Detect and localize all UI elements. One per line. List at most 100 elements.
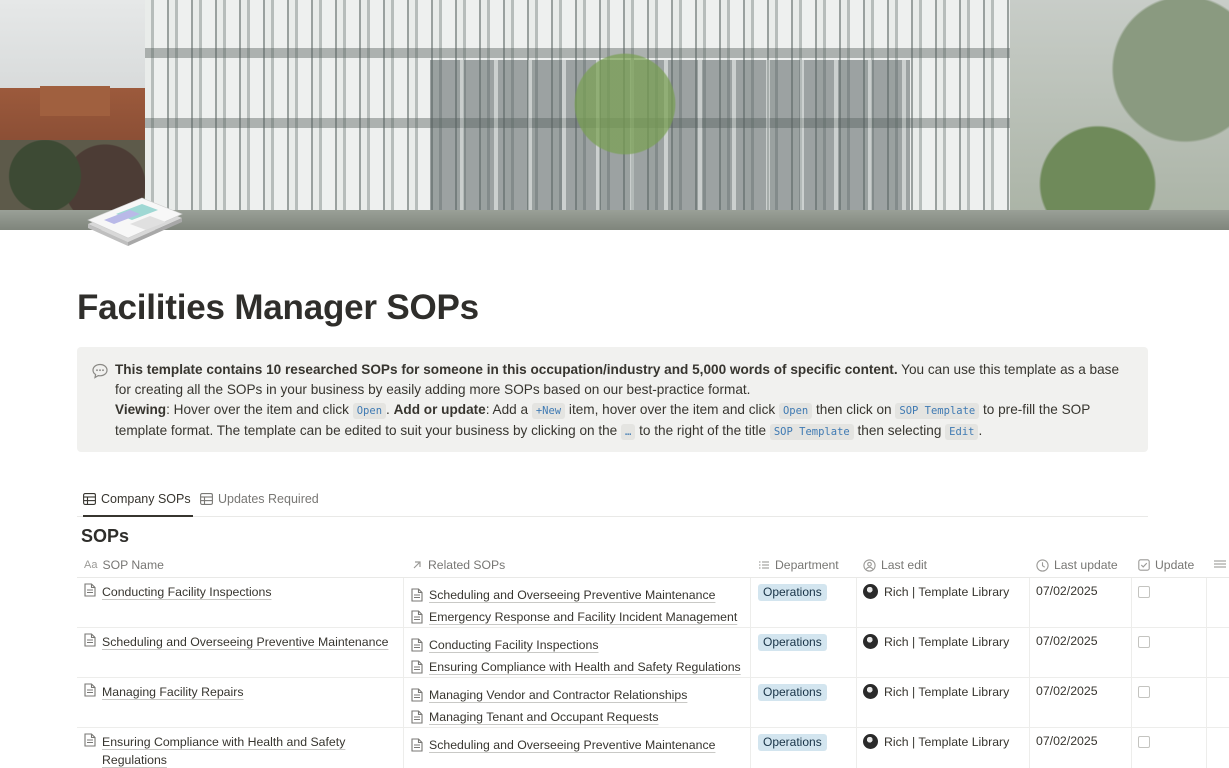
- last-update-cell[interactable]: 07/02/2025: [1036, 684, 1098, 698]
- related-sop-link[interactable]: Conducting Facility Inspections: [411, 634, 751, 656]
- column-label: Last update: [1054, 558, 1118, 572]
- column-header-related-sops[interactable]: Related SOPs: [411, 558, 505, 572]
- column-label: Update: [1155, 558, 1195, 572]
- callout-end: .: [978, 423, 983, 438]
- avatar: [863, 584, 878, 599]
- department-cell[interactable]: Operations: [758, 684, 827, 701]
- update-checkbox-cell[interactable]: [1138, 636, 1150, 648]
- clock-icon: [1036, 558, 1049, 572]
- page-icon: [411, 610, 423, 624]
- info-callout: This template contains 10 researched SOP…: [77, 347, 1148, 452]
- last-edit-cell[interactable]: Rich | Template Library: [863, 734, 1009, 749]
- department-cell[interactable]: Operations: [758, 584, 827, 601]
- code-edit: Edit: [945, 424, 979, 440]
- department-cell[interactable]: Operations: [758, 634, 827, 651]
- add-text-3: then click on: [812, 402, 896, 417]
- sop-name-cell[interactable]: Scheduling and Overseeing Preventive Mai…: [84, 633, 396, 651]
- speech-bubble-icon: [91, 362, 109, 380]
- sop-name-cell[interactable]: Managing Facility Repairs: [84, 683, 396, 701]
- table-row[interactable]: Scheduling and Overseeing Preventive Mai…: [77, 628, 1229, 678]
- related-sops-cell[interactable]: Managing Vendor and Contractor Relations…: [411, 684, 751, 728]
- last-edit-user: Rich | Template Library: [884, 634, 1010, 649]
- database-title[interactable]: SOPs: [81, 526, 129, 547]
- arrow-up-right-icon: [413, 561, 421, 569]
- add-text-2: item, hover over the item and click: [565, 402, 779, 417]
- cover-tree: [560, 20, 690, 230]
- related-sops-cell[interactable]: Conducting Facility Inspections Ensuring…: [411, 634, 751, 678]
- column-header-last-edit[interactable]: Last edit: [863, 558, 927, 572]
- last-update-cell[interactable]: 07/02/2025: [1036, 734, 1098, 748]
- related-sop-link[interactable]: Emergency Response and Facility Incident…: [411, 606, 751, 628]
- callout-sep: .: [386, 402, 394, 417]
- related-sop-link[interactable]: Ensuring Compliance with Health and Safe…: [411, 656, 751, 678]
- related-sop-label: Ensuring Compliance with Health and Safe…: [429, 660, 741, 674]
- column-header-last-update[interactable]: Last update: [1036, 558, 1118, 572]
- cover-sky: [0, 0, 160, 95]
- code-new: +New: [531, 403, 566, 419]
- related-sop-label: Scheduling and Overseeing Preventive Mai…: [429, 588, 716, 602]
- update-checkbox-cell[interactable]: [1138, 736, 1150, 748]
- update-checkbox[interactable]: [1138, 736, 1150, 748]
- column-header-update[interactable]: Update: [1138, 558, 1194, 572]
- update-checkbox-cell[interactable]: [1138, 686, 1150, 698]
- table-row[interactable]: Managing Facility Repairs Managing Vendo…: [77, 678, 1229, 728]
- sop-name: Ensuring Compliance with Health and Safe…: [102, 735, 346, 767]
- update-checkbox[interactable]: [1138, 636, 1150, 648]
- list-icon: [759, 561, 769, 569]
- related-sop-label: Scheduling and Overseeing Preventive Mai…: [429, 738, 716, 752]
- department-tag: Operations: [758, 734, 827, 751]
- page-title: Facilities Manager SOPs: [77, 288, 479, 327]
- column-header-sop-name[interactable]: Aa SOP Name: [84, 558, 164, 572]
- sop-name-cell[interactable]: Conducting Facility Inspections: [84, 583, 396, 601]
- tab-updates-required[interactable]: Updates Required: [200, 492, 319, 517]
- table-row[interactable]: Conducting Facility Inspections Scheduli…: [77, 578, 1229, 628]
- department-cell[interactable]: Operations: [758, 734, 827, 751]
- related-sop-label: Managing Tenant and Occupant Requests: [429, 710, 659, 724]
- lines-icon: [1214, 560, 1226, 568]
- related-sop-link[interactable]: Managing Tenant and Occupant Requests: [411, 706, 751, 728]
- callout-bold-intro: This template contains 10 researched SOP…: [115, 362, 898, 377]
- person-icon: [863, 558, 876, 572]
- table-row[interactable]: Ensuring Compliance with Health and Safe…: [77, 728, 1229, 768]
- last-edit-cell[interactable]: Rich | Template Library: [863, 634, 1009, 649]
- column-label: Related SOPs: [428, 558, 506, 572]
- sop-name-cell[interactable]: Ensuring Compliance with Health and Safe…: [84, 733, 396, 768]
- add-text: : Add a: [485, 402, 532, 417]
- last-update-cell[interactable]: 07/02/2025: [1036, 584, 1098, 598]
- last-update-cell[interactable]: 07/02/2025: [1036, 634, 1098, 648]
- avatar: [863, 684, 878, 699]
- related-sop-label: Emergency Response and Facility Incident…: [429, 610, 738, 624]
- last-edit-cell[interactable]: Rich | Template Library: [863, 684, 1009, 699]
- update-checkbox[interactable]: [1138, 586, 1150, 598]
- page-icon-papers[interactable]: [86, 196, 184, 248]
- column-header-department[interactable]: Department: [758, 558, 839, 572]
- column-label: Last edit: [881, 558, 928, 572]
- update-checkbox-cell[interactable]: [1138, 586, 1150, 598]
- last-edit-user: Rich | Template Library: [884, 734, 1010, 749]
- related-sop-link[interactable]: Scheduling and Overseeing Preventive Mai…: [411, 734, 751, 756]
- checkbox-property-icon: [1138, 559, 1150, 571]
- sop-name: Scheduling and Overseeing Preventive Mai…: [102, 635, 389, 649]
- page-icon: [411, 588, 423, 602]
- add-update-label: Add or update: [393, 402, 486, 417]
- related-sop-link[interactable]: Managing Vendor and Contractor Relations…: [411, 684, 751, 706]
- related-sop-link[interactable]: Scheduling and Overseeing Preventive Mai…: [411, 584, 751, 606]
- tab-label: Updates Required: [218, 492, 319, 506]
- page-icon: [84, 633, 96, 647]
- viewing-text: : Hover over the item and click: [166, 402, 353, 417]
- update-checkbox[interactable]: [1138, 686, 1150, 698]
- more-columns-icon[interactable]: [1214, 558, 1226, 570]
- viewing-label: Viewing: [115, 402, 167, 417]
- column-label: SOP Name: [102, 558, 164, 572]
- last-edit-cell[interactable]: Rich | Template Library: [863, 584, 1009, 599]
- avatar: [863, 734, 878, 749]
- tab-company-sops[interactable]: Company SOPs: [83, 492, 193, 517]
- column-label: Department: [775, 558, 839, 572]
- code-open-2: Open: [778, 403, 813, 419]
- table-header: Aa SOP Name Related SOPs Department Last…: [77, 553, 1229, 578]
- code-dots: …: [621, 424, 636, 440]
- page-icon: [84, 583, 96, 597]
- related-sops-cell[interactable]: Scheduling and Overseeing Preventive Mai…: [411, 734, 751, 756]
- related-sops-cell[interactable]: Scheduling and Overseeing Preventive Mai…: [411, 584, 751, 628]
- department-tag: Operations: [758, 584, 827, 601]
